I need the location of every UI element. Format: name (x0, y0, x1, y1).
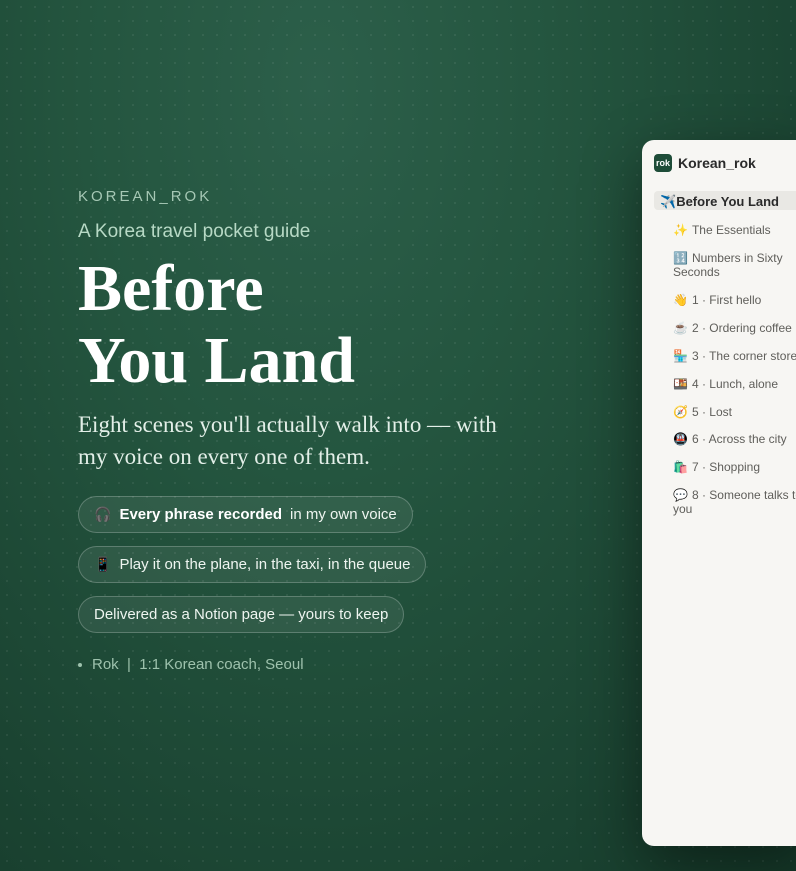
shopping-bags-icon: 🛍️ (673, 460, 688, 474)
workspace-switcher[interactable]: rok Korean_rok (654, 154, 756, 172)
sidebar-item-across-city[interactable]: 🚇 6 · Across the city (673, 432, 796, 446)
sidebar-item-lost[interactable]: 🧭 5 · Lost (673, 405, 796, 419)
pill-text: Play it on the plane, in the taxi, in th… (119, 556, 411, 573)
pill-text: in my own voice (290, 506, 397, 523)
speech-bubble-icon: 💬 (673, 488, 688, 502)
bento-icon: 🍱 (673, 377, 688, 391)
sidebar-item-corner-store[interactable]: 🏪 3 · The corner store (673, 349, 796, 363)
tagline: A Korea travel pocket guide (78, 221, 311, 242)
title-line-1: Before (78, 252, 264, 325)
sidebar-item-someone-talks[interactable]: 💬 8 · Someone talks to you (673, 488, 796, 516)
workspace-name: Korean_rok (678, 155, 756, 171)
title-line-2: You Land (78, 324, 355, 397)
sidebar-item-label: The Essentials (691, 223, 771, 237)
metro-icon: 🚇 (673, 432, 688, 446)
sidebar-item-before-you-land[interactable]: ✈️Before You Land (660, 194, 779, 210)
sidebar-item-label: 2 · Ordering coffee (691, 321, 792, 335)
page-title: Before You Land (78, 253, 355, 397)
sidebar-item-numbers[interactable]: 🔢 Numbers in Sixty Seconds (673, 251, 793, 279)
sidebar-item-label: Before You Land (676, 194, 779, 209)
sidebar-item-ordering-coffee[interactable]: ☕ 2 · Ordering coffee (673, 321, 796, 335)
compass-icon: 🧭 (673, 405, 688, 419)
subtitle: Eight scenes you'll actually walk into —… (78, 412, 497, 469)
store-icon: 🏪 (673, 349, 688, 363)
feature-pill-delivered: Delivered as a Notion page — yours to ke… (78, 596, 405, 633)
sidebar-item-label: 7 · Shopping (691, 460, 761, 474)
byline: Rok | 1:1 Korean coach, Seoul (78, 656, 304, 673)
numbers-icon: 🔢 (673, 251, 688, 265)
sidebar-item-label: 3 · The corner store (691, 349, 796, 363)
pill-bold-text: Every phrase recorded (119, 506, 283, 523)
sparkles-icon: ✨ (673, 223, 688, 237)
waving-hand-icon: 👋 (673, 293, 688, 307)
bullet-dot (78, 663, 82, 668)
sidebar-item-essentials[interactable]: ✨ The Essentials (673, 223, 796, 237)
sidebar-item-first-hello[interactable]: 👋 1 · First hello (673, 293, 796, 307)
headphones-icon: 🎧 (94, 506, 112, 522)
sidebar-item-label: 4 · Lunch, alone (691, 377, 779, 391)
sidebar-item-lunch[interactable]: 🍱 4 · Lunch, alone (673, 377, 796, 391)
byline-text: Rok | 1:1 Korean coach, Seoul (92, 656, 304, 673)
coffee-icon: ☕ (673, 321, 688, 335)
airplane-icon: ✈️ (660, 194, 677, 209)
sidebar-item-label: 1 · First hello (691, 293, 762, 307)
sidebar-item-label: 5 · Lost (691, 405, 732, 419)
pill-text: Delivered as a Notion page — yours to ke… (94, 606, 389, 623)
workspace-icon: rok (654, 154, 672, 172)
brand-name: KOREAN_ROK (78, 188, 213, 205)
feature-pill-recorded: 🎧 Every phrase recorded in my own voice (78, 496, 413, 533)
sidebar-item-shopping[interactable]: 🛍️ 7 · Shopping (673, 460, 796, 474)
sidebar-item-label: 8 · Someone talks to you (673, 488, 796, 516)
feature-pill-play: 📱 Play it on the plane, in the taxi, in … (78, 546, 427, 583)
notion-sidebar-preview: rok Korean_rok ✈️Before You Land ✨ The Es… (642, 140, 796, 846)
sidebar-item-label: Numbers in Sixty Seconds (673, 251, 783, 279)
sidebar-item-label: 6 · Across the city (691, 432, 787, 446)
phone-icon: 📱 (94, 556, 112, 572)
